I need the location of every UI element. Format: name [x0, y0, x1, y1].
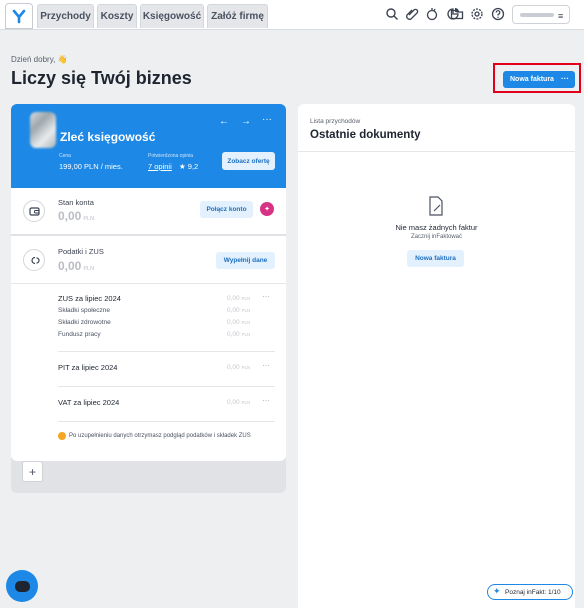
attachment-icon[interactable] [405, 7, 419, 21]
zus-more-icon[interactable]: ··· [262, 292, 270, 301]
highlight-box: Nowa faktura ··· [493, 63, 581, 93]
zus-row-label: Składki społeczne [58, 307, 111, 314]
settlements-icon[interactable] [425, 7, 439, 21]
pit-title: PIT za lipiec 2024 [58, 363, 118, 372]
settings-icon[interactable] [470, 7, 484, 21]
account-amount: 0,00 PLN [58, 209, 95, 223]
more-options-icon[interactable]: ··· [561, 74, 569, 83]
vat-title: VAT za lipiec 2024 [58, 398, 120, 407]
tour-label: Poznaj inFakt: 1/10 [505, 588, 561, 596]
divider [58, 386, 275, 387]
greeting: Dzień dobry, 👋 [11, 55, 68, 64]
new-invoice-empty-button[interactable]: Nowa faktura [407, 250, 464, 267]
zus-row-label: Fundusz pracy [58, 331, 101, 338]
documents-title: Ostatnie dokumenty [310, 129, 421, 141]
top-navigation: Przychody Koszty Księgowość Załóż firmę … [0, 0, 584, 30]
infakt-logo-icon [12, 9, 26, 24]
rating: ★ 9,2 [179, 162, 199, 171]
tab-przychody[interactable]: Przychody [37, 4, 94, 28]
documents-panel: Lista przychodów Ostatnie dokumenty Nie … [298, 104, 575, 608]
document-icon [429, 196, 443, 216]
reviews-link[interactable]: 7 opinii [148, 162, 172, 171]
zus-amount: 0,00 PLN [227, 295, 251, 302]
info-sun-icon [58, 432, 66, 440]
taxes-amount: 0,00 PLN [58, 259, 95, 273]
app-logo[interactable] [5, 3, 33, 29]
divider [58, 421, 275, 422]
sparkle-icon: ✦ [493, 586, 501, 596]
add-widget-button[interactable]: + [22, 461, 43, 482]
search-icon[interactable] [385, 7, 399, 21]
zus-title: ZUS za lipiec 2024 [58, 294, 121, 303]
pit-more-icon[interactable]: ··· [262, 361, 270, 370]
taxes-card: Podatki i ZUS 0,00 PLN Wypełnij dane ZUS … [11, 236, 286, 461]
arrow-left-icon[interactable]: ← [219, 116, 229, 127]
empty-title: Nie masz żadnych faktur [395, 223, 478, 232]
promo-image [30, 112, 56, 148]
chat-button[interactable] [6, 570, 38, 602]
tab-zaloz-firme[interactable]: Załóż firmę [207, 4, 268, 28]
see-offer-button[interactable]: Zobacz ofertę [222, 152, 275, 170]
zus-row-label: Składki zdrowotne [58, 319, 111, 326]
zus-row-amount: 0,00 PLN [227, 307, 251, 314]
divider [58, 351, 275, 352]
user-name-blurred [520, 13, 554, 17]
divider [11, 283, 286, 284]
taxes-note: Po uzupełnieniu danych otrzymasz podgląd… [69, 433, 251, 439]
account-balance-card: Stan konta 0,00 PLN Połącz konto ✦ [11, 188, 286, 234]
promo-card: Zleć księgowość ← → ··· Cena 199,00 PLN … [11, 104, 286, 188]
new-invoice-label: Nowa faktura [510, 76, 554, 83]
coins-icon [23, 249, 45, 271]
pit-amount: 0,00 PLN [227, 364, 251, 371]
price-value: 199,00 PLN / mies. [59, 162, 123, 171]
wallet-icon [23, 200, 45, 222]
user-menu[interactable]: ≡ [512, 5, 570, 24]
sparkle-icon[interactable]: ✦ [260, 202, 274, 216]
hamburger-icon: ≡ [558, 11, 564, 21]
divider [298, 151, 575, 152]
fill-data-button[interactable]: Wypełnij dane [216, 252, 275, 269]
account-label: Stan konta [58, 198, 94, 207]
page-title: Liczy się Twój biznes [11, 68, 192, 88]
promo-more-icon[interactable]: ··· [262, 114, 272, 125]
chat-icon [14, 580, 30, 592]
new-invoice-button[interactable]: Nowa faktura ··· [503, 71, 575, 88]
vat-amount: 0,00 PLN [227, 399, 251, 406]
tab-ksiegowosc[interactable]: Księgowość [140, 4, 204, 28]
zus-row-amount: 0,00 PLN [227, 319, 251, 326]
reviews-label: Potwierdzona opinia [148, 153, 194, 159]
product-tour-button[interactable]: ✦ Poznaj inFakt: 1/10 [487, 584, 573, 600]
documents-label: Lista przychodów [310, 118, 361, 125]
tab-koszty[interactable]: Koszty [97, 4, 137, 28]
taxes-label: Podatki i ZUS [58, 247, 104, 256]
promo-title: Zleć księgowość [60, 130, 156, 144]
vat-more-icon[interactable]: ··· [262, 396, 270, 405]
help-icon[interactable] [491, 7, 505, 21]
folder-icon[interactable] [450, 7, 464, 21]
price-label: Cena [59, 153, 71, 159]
zus-row-amount: 0,00 PLN [227, 331, 251, 338]
arrow-right-icon[interactable]: → [241, 116, 251, 127]
connect-account-button[interactable]: Połącz konto [200, 201, 253, 218]
empty-subtitle: Zacznij inFaktować [410, 234, 463, 240]
